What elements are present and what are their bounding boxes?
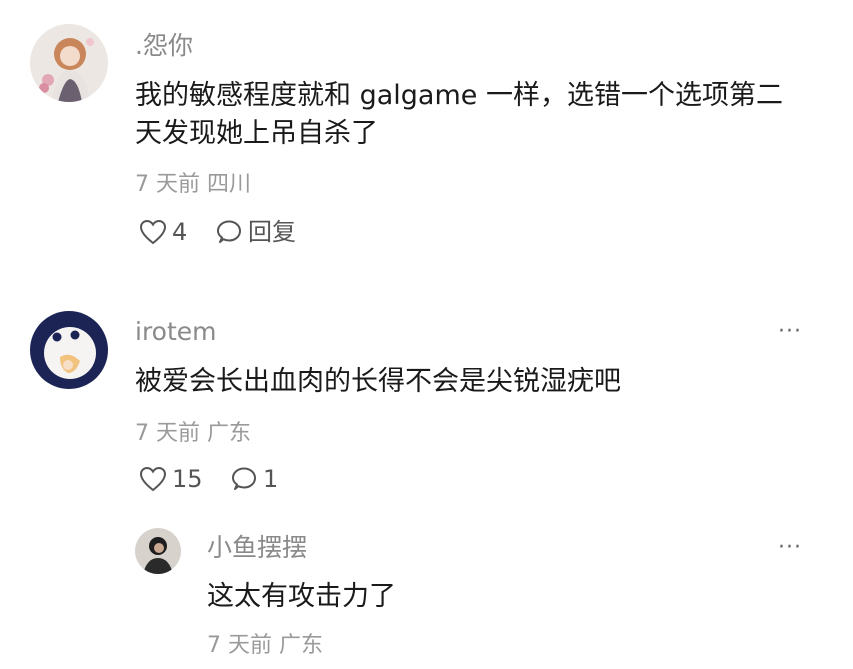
speech-bubble-icon — [230, 466, 263, 492]
reply-username[interactable]: 小鱼摆摆 — [207, 535, 307, 560]
comment-location: 四川 — [207, 172, 252, 197]
reply-count: 1 — [263, 465, 279, 493]
avatar[interactable] — [135, 528, 181, 574]
more-options-icon[interactable]: ··· — [778, 537, 802, 559]
avatar[interactable] — [30, 311, 108, 389]
reply-button[interactable]: 1 — [230, 466, 278, 492]
comment-username[interactable]: irotem — [135, 319, 217, 344]
comment-location: 广东 — [207, 421, 252, 446]
reply-label: 回复 — [248, 218, 296, 246]
comment-username[interactable]: .怨你 — [135, 33, 193, 58]
like-count: 4 — [172, 218, 188, 246]
comment-feed: .怨你 我的敏感程度就和 galgame 一样，选错一个选项第二 天发现她上吊自… — [0, 0, 853, 669]
comment-meta: 7 天前 广东 — [135, 423, 251, 445]
more-options-icon[interactable]: ··· — [778, 321, 802, 343]
like-button[interactable]: 15 — [139, 466, 203, 492]
comment-time: 7 天前 — [135, 421, 200, 446]
reply-meta: 7 天前 广东 — [207, 635, 323, 657]
comment-meta: 7 天前 四川 — [135, 174, 251, 196]
comment-time: 7 天前 — [135, 172, 200, 197]
heart-icon — [139, 219, 172, 245]
reply-text: 这太有攻击力了 — [207, 581, 396, 612]
reply-button[interactable]: 回复 — [215, 219, 296, 245]
comment-text: 我的敏感程度就和 galgame 一样，选错一个选项第二 — [135, 80, 783, 111]
reply-time: 7 天前 — [207, 633, 272, 658]
like-button[interactable]: 4 — [139, 219, 187, 245]
comment-text: 被爱会长出血肉的长得不会是尖锐湿疣吧 — [135, 366, 621, 397]
comment-text-continued: 天发现她上吊自杀了 — [135, 118, 378, 149]
heart-icon — [139, 466, 172, 492]
speech-bubble-icon — [215, 219, 248, 245]
avatar[interactable] — [30, 24, 108, 102]
reply-location: 广东 — [279, 633, 324, 658]
like-count: 15 — [172, 465, 203, 493]
